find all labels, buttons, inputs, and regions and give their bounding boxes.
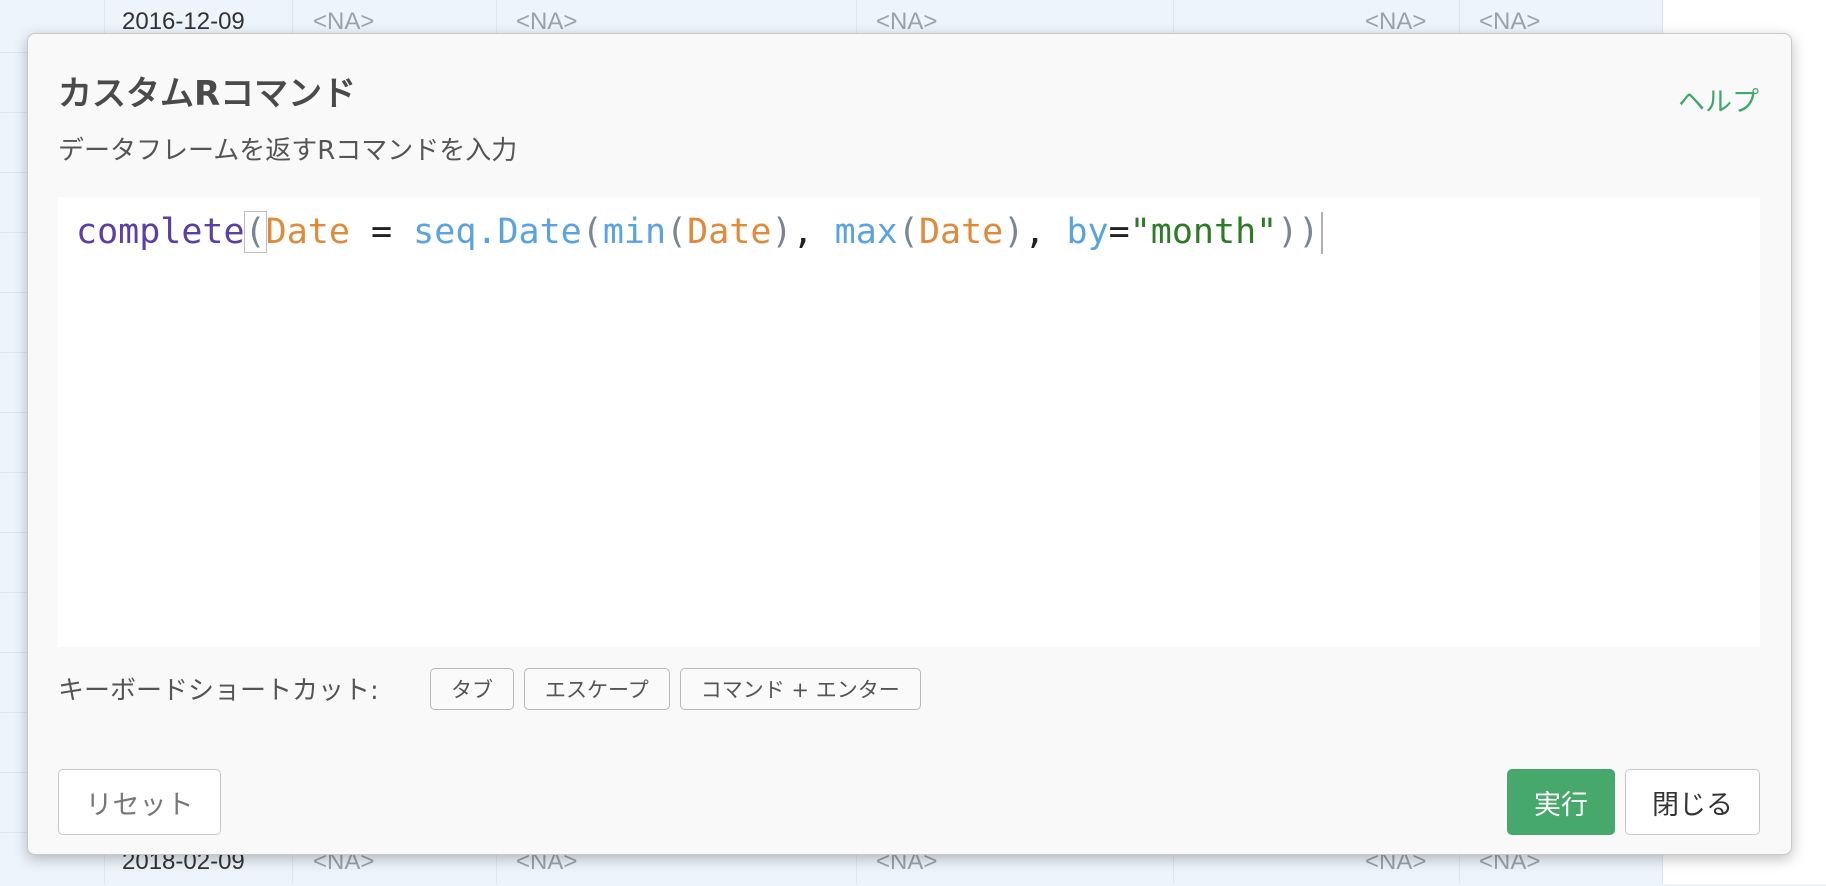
code-token-punc: ) <box>1003 212 1025 252</box>
help-link[interactable]: ヘルプ <box>1678 80 1759 119</box>
code-token-var: Date <box>687 212 772 252</box>
keyboard-shortcuts-label: キーボードショートカット: <box>58 676 379 706</box>
code-line[interactable]: complete(Date = seq.Date(min(Date), max(… <box>76 207 1324 257</box>
dialog-subtitle: データフレームを返すRコマンドを入力 <box>58 136 518 166</box>
code-token-op: = <box>349 212 414 252</box>
dialog-title: カスタムRコマンド <box>58 74 357 114</box>
code-token-op: , <box>792 212 835 252</box>
text-cursor <box>1321 212 1324 254</box>
code-token-op: = <box>1108 212 1130 252</box>
table-cell-na: <NA> <box>1365 8 1427 35</box>
shortcut-tab-key: タブ <box>430 668 514 710</box>
shortcut-command-enter-key: コマンド + エンター <box>679 668 921 710</box>
code-token-punc: )) <box>1277 212 1320 252</box>
table-cell-na: <NA> <box>313 8 375 35</box>
code-token-fn: complete <box>76 212 245 252</box>
run-button[interactable]: 実行 <box>1507 769 1615 835</box>
r-code-editor[interactable]: complete(Date = seq.Date(min(Date), max(… <box>58 197 1760 647</box>
table-cell-na: <NA> <box>516 8 578 35</box>
code-token-call: min <box>602 212 667 252</box>
code-token-call: seq.Date <box>413 212 582 252</box>
code-token-call: by <box>1066 212 1109 252</box>
custom-r-command-dialog: カスタムRコマンド ヘルプ データフレームを返すRコマンドを入力 complet… <box>27 33 1792 855</box>
table-cell-date: 2016-12-09 <box>122 8 245 35</box>
code-token-str: "month" <box>1129 212 1278 252</box>
code-token-call: max <box>834 212 898 252</box>
code-token-var: Date <box>265 212 350 252</box>
code-token-punc: ( <box>897 212 919 252</box>
reset-button[interactable]: リセット <box>58 769 221 835</box>
shortcut-escape-key: エスケープ <box>524 668 670 710</box>
code-token-op: , <box>1024 212 1067 252</box>
code-token-punc: ) <box>771 212 793 252</box>
keyboard-shortcuts-list: タブ エスケープ コマンド + エンター <box>430 668 921 710</box>
code-token-punc: ( <box>666 212 688 252</box>
code-token-punc: ( <box>581 212 603 252</box>
close-button[interactable]: 閉じる <box>1625 769 1760 835</box>
table-cell-na: <NA> <box>1479 8 1541 35</box>
code-token-var: Date <box>918 212 1004 252</box>
table-cell-na: <NA> <box>876 8 938 35</box>
code-token-punc: ( <box>243 211 267 253</box>
